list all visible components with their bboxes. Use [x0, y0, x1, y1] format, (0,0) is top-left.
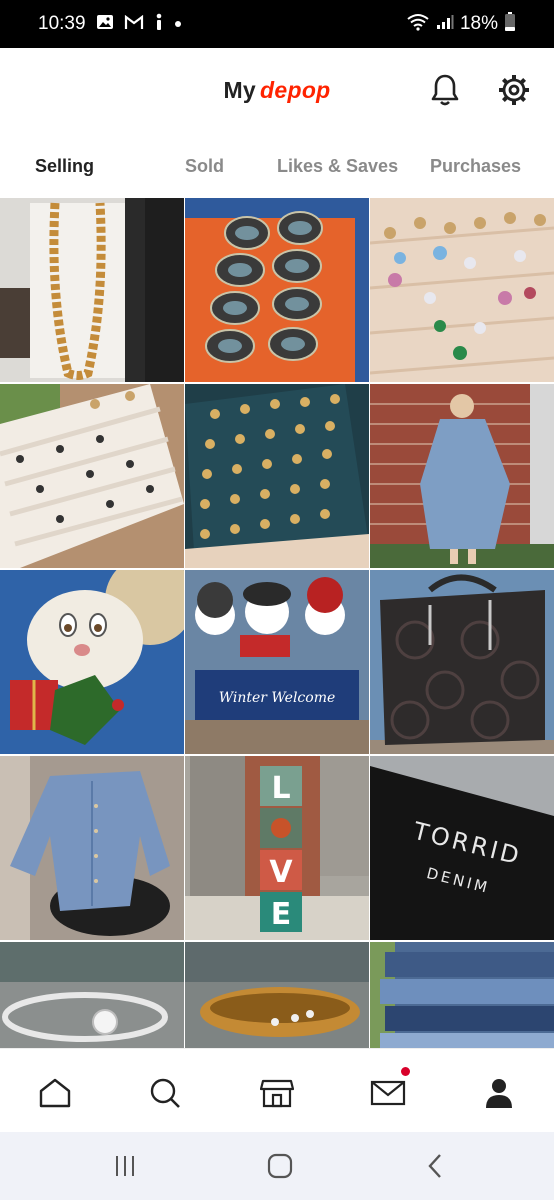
- page-title: My depop: [223, 77, 330, 104]
- home-circle-icon: [267, 1153, 293, 1179]
- listing-christmas-bunny[interactable]: [0, 570, 184, 754]
- page-header: My depop: [0, 48, 554, 132]
- listing-love-sign[interactable]: L V E: [185, 756, 369, 940]
- notifications-button[interactable]: [425, 70, 465, 110]
- listing-rings-box[interactable]: [370, 198, 554, 382]
- nav-inbox[interactable]: [368, 1067, 410, 1113]
- listing-denim-jacket[interactable]: [0, 756, 184, 940]
- tab-purchases[interactable]: Purchases: [430, 156, 521, 177]
- shop-icon: [260, 1079, 294, 1108]
- nav-search[interactable]: [145, 1073, 185, 1113]
- title-prefix: My: [223, 76, 257, 103]
- listing-photo: Winter Welcome: [185, 570, 369, 754]
- listings-grid: Winter Welcome L V E TORRID DENIM: [0, 198, 554, 1048]
- tab-selling[interactable]: Selling: [35, 156, 94, 177]
- listing-gold-chain-necklace[interactable]: [0, 198, 184, 382]
- recents-button[interactable]: [105, 1150, 145, 1182]
- info-icon: [154, 13, 164, 35]
- nav-home[interactable]: [35, 1073, 75, 1113]
- status-time: 10:39: [38, 13, 86, 34]
- home-button[interactable]: [260, 1150, 300, 1182]
- nav-profile[interactable]: [479, 1073, 519, 1113]
- recents-icon: [116, 1156, 134, 1176]
- listing-photo: [185, 198, 369, 382]
- sign-text: Winter Welcome: [219, 690, 336, 706]
- sign-letter-l: L: [271, 771, 290, 806]
- nav-shop[interactable]: [257, 1073, 297, 1113]
- system-navigation: [0, 1132, 554, 1200]
- tab-sold[interactable]: Sold: [185, 156, 224, 177]
- listing-photo: [0, 942, 184, 1048]
- listing-photo: [370, 942, 554, 1048]
- listing-photo: TORRID DENIM: [370, 756, 554, 940]
- listing-snowmen-box[interactable]: Winter Welcome: [185, 570, 369, 754]
- listing-photo: [0, 570, 184, 754]
- listing-denim-dress[interactable]: [370, 384, 554, 568]
- settings-button[interactable]: [494, 70, 534, 110]
- signal-icon: [436, 14, 454, 34]
- listing-photo: [370, 198, 554, 382]
- listing-photo: [185, 942, 369, 1048]
- tab-likes-saves[interactable]: Likes & Saves: [277, 156, 398, 177]
- listing-photo: [370, 570, 554, 754]
- gear-icon: [499, 75, 529, 105]
- back-icon: [428, 1154, 441, 1178]
- status-bar: 10:39 18%: [0, 0, 554, 48]
- listing-black-handbag[interactable]: [370, 570, 554, 754]
- image-icon: [96, 14, 114, 34]
- wifi-icon: [406, 13, 430, 35]
- search-icon: [150, 1078, 180, 1108]
- listing-photo: [370, 384, 554, 568]
- listing-torrid-label[interactable]: TORRID DENIM: [370, 756, 554, 940]
- listing-rings-tray[interactable]: [0, 384, 184, 568]
- listing-compact-cases[interactable]: [185, 198, 369, 382]
- dot-icon: [174, 16, 182, 32]
- battery-icon: [504, 12, 516, 36]
- listing-gold-rings-tray[interactable]: [185, 384, 369, 568]
- listing-photo: L V E: [185, 756, 369, 940]
- depop-logo: depop: [260, 76, 331, 103]
- listing-diamond-ring[interactable]: [0, 942, 184, 1048]
- tab-bar: Selling Sold Likes & Saves Purchases: [0, 140, 554, 196]
- inbox-icon: [370, 1080, 406, 1106]
- home-icon: [39, 1078, 71, 1108]
- gmail-icon: [124, 14, 144, 34]
- listing-photo: [0, 384, 184, 568]
- bottom-nav: [0, 1048, 554, 1132]
- unread-dot: [401, 1067, 410, 1076]
- bell-icon: [431, 74, 459, 106]
- listing-photo: [0, 756, 184, 940]
- sign-letter-e: E: [271, 897, 292, 932]
- battery-percent: 18%: [459, 13, 498, 34]
- sign-letter-v: V: [269, 855, 293, 890]
- back-button[interactable]: [415, 1150, 455, 1182]
- listing-photo: [0, 198, 184, 382]
- listing-gold-ring[interactable]: [185, 942, 369, 1048]
- listing-photo: [185, 384, 369, 568]
- profile-icon: [486, 1079, 512, 1108]
- listing-jeans-stack[interactable]: [370, 942, 554, 1048]
